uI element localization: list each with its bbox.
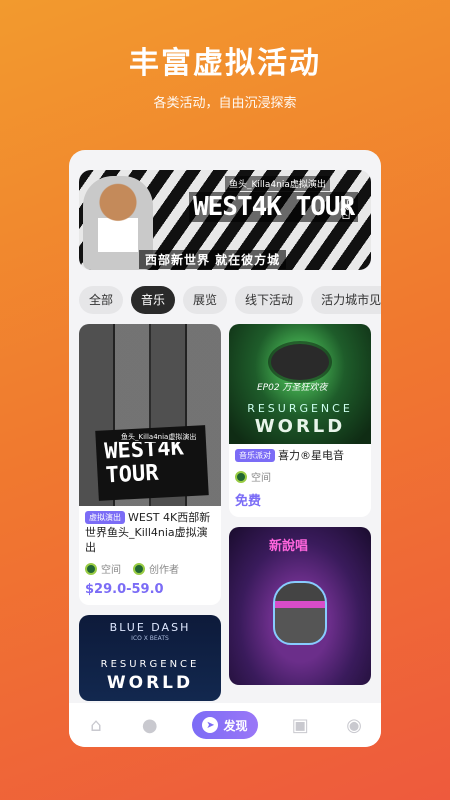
robot-head-figure — [273, 581, 327, 645]
space-avatar-icon — [85, 562, 97, 575]
creator-label: 创作者 — [149, 565, 179, 576]
hero-subtitle: 各类活动，自由沉浸探索 — [153, 96, 297, 111]
bluedash-line4: WORLD — [106, 673, 194, 693]
event-image-word2: WORLD — [254, 416, 346, 437]
event-image-robot: 新說唱 — [229, 527, 371, 685]
event-image-west4k: WEST4K TOUR 鱼头_Killa4nia虚拟演出 — [79, 324, 221, 506]
bottom-nav: ⌂ ● ➤ 发现 ▣ ◉ — [69, 703, 381, 747]
bluedash-line2: ICO X BEATS — [131, 635, 169, 642]
robot-card-title: 新說唱 — [269, 539, 309, 554]
space-avatar-icon — [235, 470, 247, 483]
tab-exhibition[interactable]: 展览 — [183, 286, 228, 314]
event-card-west4k[interactable]: WEST4K TOUR 鱼头_Killa4nia虚拟演出 虚拟演出 WEST 4K… — [79, 324, 221, 605]
compass-icon: ➤ — [202, 717, 219, 733]
discover-button[interactable]: ➤ 发现 — [192, 711, 258, 739]
event-title: 音乐派对 喜力®星电音 — [235, 448, 365, 463]
phone-screen: 鱼头_Killa4nia虚拟演出 WEST4K TOUR ✌ 西部新世界 就在彼… — [69, 150, 381, 747]
event-image-subtitle: 鱼头_Killa4nia虚拟演出 — [119, 432, 199, 442]
tab-city-meetup[interactable]: 活力城市见面 — [311, 286, 381, 314]
event-image-episode: EP02 万圣狂欢夜 — [257, 383, 328, 393]
space-label: 空间 — [101, 565, 121, 576]
event-title: 虚拟演出 WEST 4K西部新世界鱼头_Kill4nia虚拟演出 — [85, 510, 215, 555]
event-title-text: 喜力®星电音 — [278, 449, 344, 462]
bag-icon[interactable]: ▣ — [289, 714, 311, 736]
event-price: $29.0-59.0 — [85, 582, 164, 597]
event-meta: 空间 创作者 — [85, 561, 215, 576]
left-column: WEST4K TOUR 鱼头_Killa4nia虚拟演出 虚拟演出 WEST 4K… — [79, 324, 221, 711]
tab-all[interactable]: 全部 — [79, 286, 124, 314]
event-meta: 空间 — [235, 469, 365, 484]
space-label: 空间 — [251, 473, 271, 484]
event-type-badge: 虚拟演出 — [85, 511, 125, 524]
event-type-badge: 音乐派对 — [235, 449, 275, 462]
social-icon[interactable]: ● — [139, 714, 161, 736]
chat-icon[interactable]: ◉ — [343, 714, 365, 736]
spider-figure — [271, 344, 329, 380]
event-image-word1: RESURGENCE — [247, 402, 353, 415]
bluedash-line1: BLUE DASH — [109, 621, 191, 634]
banner-strip-text: 西部新世界 就在彼方城 — [139, 250, 287, 269]
event-card-robot[interactable]: 新說唱 — [229, 527, 371, 685]
tab-music[interactable]: 音乐 — [131, 286, 176, 314]
right-column: EP02 万圣狂欢夜 RESURGENCE WORLD 音乐派对 喜力®星电音 空… — [229, 324, 371, 695]
tab-offline-events[interactable]: 线下活动 — [235, 286, 304, 314]
event-banner[interactable]: 鱼头_Killa4nia虚拟演出 WEST4K TOUR ✌ 西部新世界 就在彼… — [79, 170, 371, 270]
hero-title: 丰富虚拟活动 — [129, 46, 321, 81]
event-price: 免费 — [235, 494, 262, 509]
event-image-resurgence: EP02 万圣狂欢夜 RESURGENCE WORLD — [229, 324, 371, 444]
creator-avatar-icon — [133, 562, 145, 575]
banner-title: WEST4K TOUR — [189, 192, 359, 222]
event-card-bluedash[interactable]: BLUE DASH ICO X BEATS RESURGENCE WORLD — [79, 615, 221, 701]
home-icon[interactable]: ⌂ — [85, 714, 107, 736]
category-tabs: 全部 音乐 展览 线下活动 活力城市见面 — [79, 286, 381, 314]
banner-small-text: 鱼头_Killa4nia虚拟演出 — [225, 176, 330, 191]
event-card-resurgence[interactable]: EP02 万圣狂欢夜 RESURGENCE WORLD 音乐派对 喜力®星电音 空… — [229, 324, 371, 517]
peace-hand-icon: ✌ — [335, 196, 357, 226]
bluedash-line3: RESURGENCE — [100, 659, 200, 670]
discover-label: 发现 — [223, 718, 248, 733]
event-image-bluedash: BLUE DASH ICO X BEATS RESURGENCE WORLD — [79, 615, 221, 701]
